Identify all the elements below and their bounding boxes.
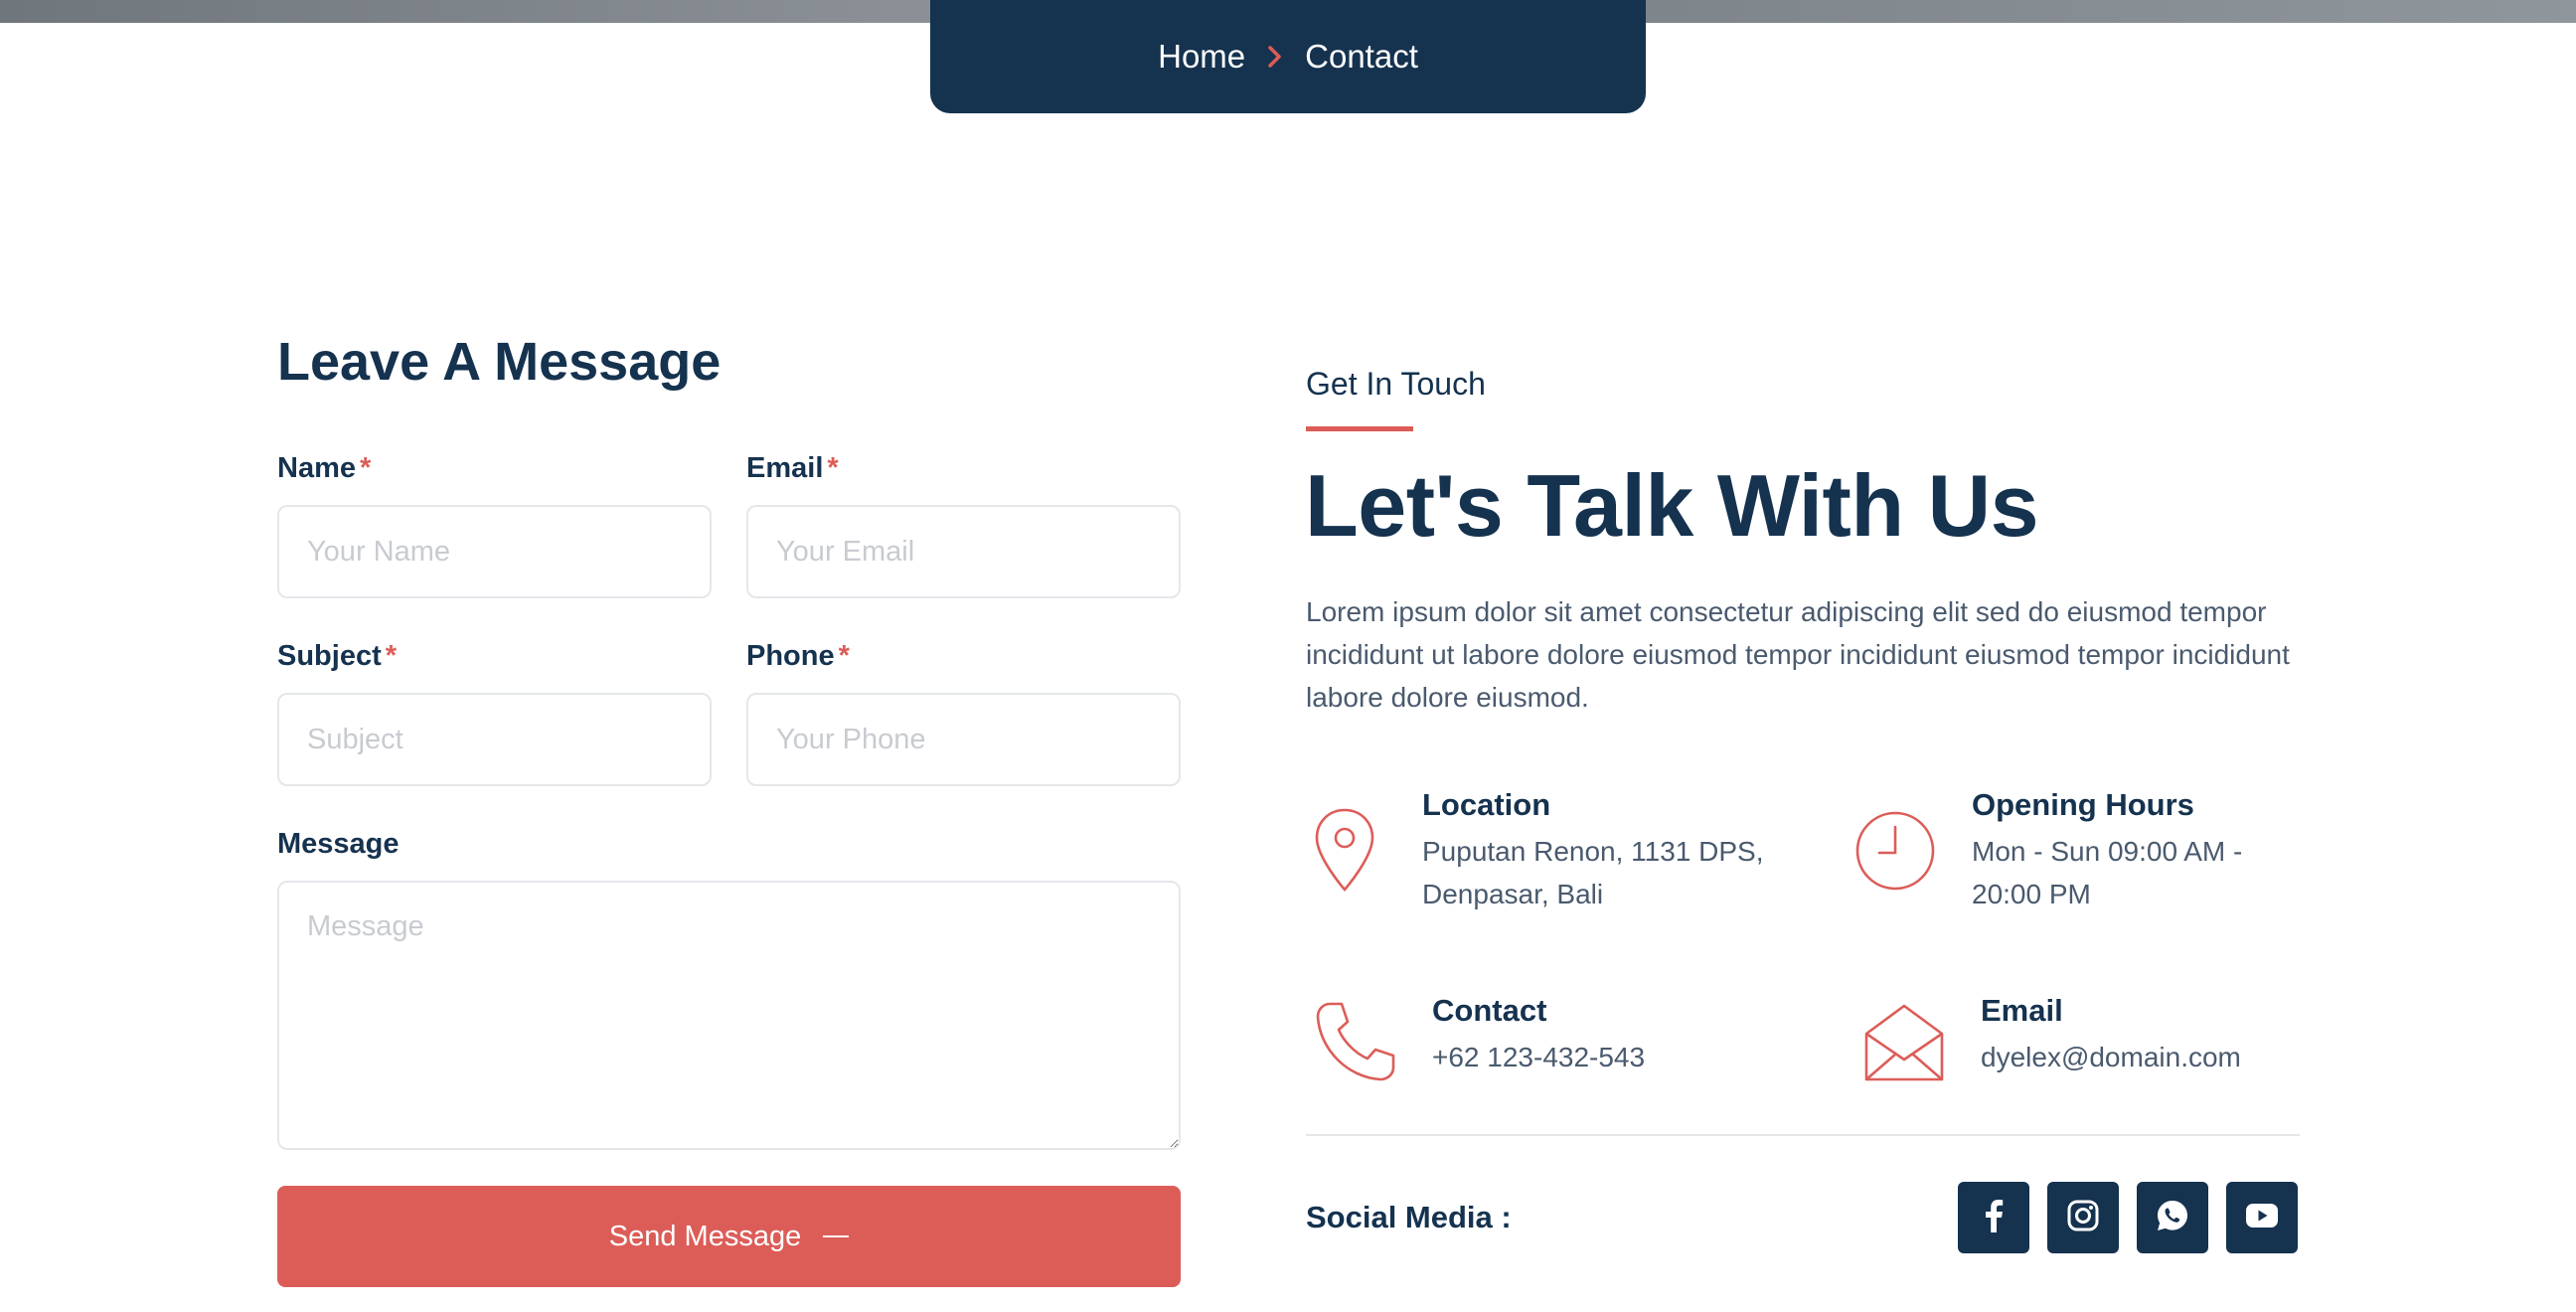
- youtube-button[interactable]: [2226, 1182, 2298, 1253]
- divider: [1306, 1134, 2300, 1136]
- section-title: Let's Talk With Us: [1305, 456, 2039, 555]
- required-mark: *: [838, 640, 850, 672]
- instagram-icon: [2067, 1200, 2099, 1236]
- send-message-label: Send Message: [608, 1220, 802, 1252]
- clock-icon: [1853, 809, 1937, 898]
- contact-title: Contact: [1432, 993, 1547, 1028]
- instagram-button[interactable]: [2047, 1182, 2119, 1253]
- chevron-right-icon: [1267, 45, 1283, 69]
- message-label: Message: [277, 828, 400, 860]
- phone-label: Phone *: [746, 640, 850, 673]
- name-label-text: Name: [277, 452, 356, 484]
- location-title: Location: [1422, 787, 1551, 822]
- email-input[interactable]: [746, 505, 1181, 598]
- intro-text: Lorem ipsum dolor sit amet consectetur a…: [1306, 596, 2290, 713]
- kicker-underline: [1306, 426, 1413, 431]
- phone-input[interactable]: [746, 693, 1181, 786]
- required-mark: *: [827, 452, 839, 484]
- hours-title: Opening Hours: [1972, 787, 2194, 822]
- name-label: Name *: [277, 452, 371, 485]
- email-label: Email *: [746, 452, 839, 485]
- required-mark: *: [360, 452, 372, 484]
- form-title: Leave A Message: [277, 332, 722, 392]
- message-textarea[interactable]: [277, 881, 1181, 1150]
- hours-line-1: Mon - Sun 09:00 AM -: [1972, 836, 2243, 867]
- breadcrumb: Home Contact: [930, 0, 1646, 113]
- breadcrumb-current: Contact: [1305, 38, 1418, 75]
- email-title: Email: [1981, 993, 2063, 1028]
- contact-phone-value[interactable]: +62 123-432-543: [1432, 1036, 1645, 1078]
- facebook-icon: [1980, 1199, 2008, 1237]
- whatsapp-icon: [2156, 1199, 2189, 1237]
- whatsapp-button[interactable]: [2137, 1182, 2208, 1253]
- contact-email-value[interactable]: dyelex@domain.com: [1981, 1036, 2241, 1078]
- send-message-button[interactable]: Send Message: [277, 1186, 1181, 1287]
- location-line-2: Denpasar, Bali: [1422, 879, 1604, 909]
- location-line-1: Puputan Renon, 1131 DPS,: [1422, 836, 1764, 867]
- section-kicker: Get In Touch: [1306, 366, 1486, 402]
- map-pin-icon: [1310, 806, 1379, 901]
- subject-label-text: Subject: [277, 640, 382, 672]
- phone-icon: [1312, 998, 1399, 1090]
- phone-label-text: Phone: [746, 640, 835, 672]
- breadcrumb-home-link[interactable]: Home: [1158, 38, 1245, 76]
- required-mark: *: [385, 640, 398, 672]
- facebook-button[interactable]: [1958, 1182, 2029, 1253]
- subject-label: Subject *: [277, 640, 397, 673]
- dash-icon: [823, 1235, 850, 1237]
- youtube-icon: [2245, 1203, 2279, 1233]
- email-label-text: Email: [746, 452, 824, 484]
- envelope-open-icon: [1862, 1000, 1946, 1088]
- social-media-label: Social Media :: [1306, 1200, 1512, 1234]
- hours-line-2: 20:00 PM: [1972, 879, 2091, 909]
- name-input[interactable]: [277, 505, 712, 598]
- subject-input[interactable]: [277, 693, 712, 786]
